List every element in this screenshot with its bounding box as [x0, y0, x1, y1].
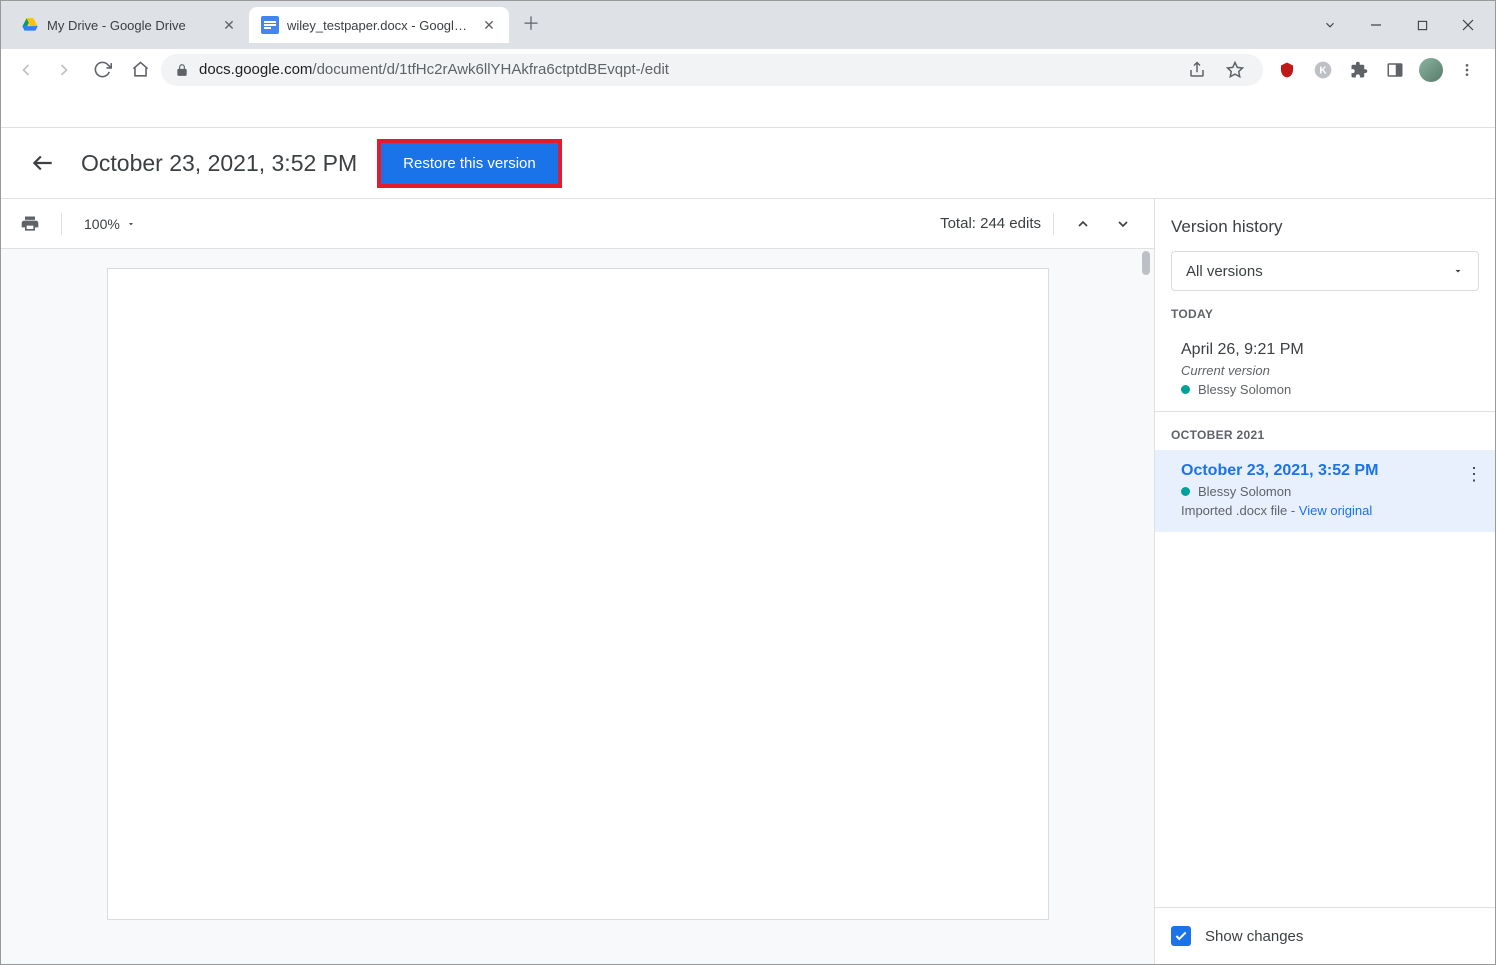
tab-title: My Drive - Google Drive: [47, 18, 213, 33]
extensions-icon[interactable]: [1345, 56, 1373, 84]
close-window-button[interactable]: [1445, 9, 1491, 41]
panel-header: Version history All versions: [1155, 199, 1495, 291]
panel-footer: Show changes: [1155, 907, 1495, 964]
scrollbar-thumb[interactable]: [1142, 251, 1150, 275]
version-time: April 26, 9:21 PM: [1181, 341, 1479, 359]
omnibox[interactable]: docs.google.com/document/d/1tfHc2rAwk6ll…: [161, 54, 1263, 86]
version-item-current[interactable]: April 26, 9:21 PM Current version Blessy…: [1155, 329, 1495, 411]
version-user: Blessy Solomon: [1181, 484, 1479, 499]
document-toolbar: 100% Total: 244 edits: [1, 199, 1154, 249]
version-user: Blessy Solomon: [1181, 382, 1479, 397]
more-options-icon[interactable]: ⋮: [1465, 464, 1483, 485]
maximize-button[interactable]: [1399, 9, 1445, 41]
version-item-selected[interactable]: ⋮ October 23, 2021, 3:52 PM Blessy Solom…: [1155, 450, 1495, 532]
mcafee-icon[interactable]: [1273, 56, 1301, 84]
close-icon[interactable]: ✕: [481, 17, 497, 33]
total-edits-label: Total: 244 edits: [940, 215, 1041, 232]
document-page: [108, 269, 1048, 919]
svg-text:K: K: [1319, 65, 1327, 76]
document-scroll-area[interactable]: [1, 249, 1154, 964]
user-color-dot: [1181, 487, 1190, 496]
lock-icon: [175, 63, 189, 77]
share-icon[interactable]: [1183, 56, 1211, 84]
user-name: Blessy Solomon: [1198, 382, 1291, 397]
dropdown-label: All versions: [1186, 263, 1263, 280]
side-panel-icon[interactable]: [1381, 56, 1409, 84]
browser-menu-icon[interactable]: [1453, 56, 1481, 84]
window-controls: [1307, 1, 1495, 49]
panel-title: Version history: [1171, 217, 1479, 237]
version-title: October 23, 2021, 3:52 PM: [81, 150, 357, 177]
extension-icons: K: [1267, 56, 1487, 84]
reload-button[interactable]: [85, 53, 119, 87]
chevron-down-icon: [126, 219, 136, 229]
zoom-value: 100%: [84, 216, 120, 232]
new-tab-button[interactable]: ＋: [517, 9, 545, 37]
close-icon[interactable]: ✕: [221, 17, 237, 33]
browser-tab-strip: My Drive - Google Drive ✕ wiley_testpape…: [1, 1, 1495, 49]
profile-avatar[interactable]: [1417, 56, 1445, 84]
spacer: [1, 91, 1495, 127]
view-original-link[interactable]: View original: [1299, 503, 1372, 518]
url-text: docs.google.com/document/d/1tfHc2rAwk6ll…: [199, 61, 1173, 78]
docs-icon: [261, 16, 279, 34]
version-header-bar: October 23, 2021, 3:52 PM Restore this v…: [1, 127, 1495, 199]
drive-icon: [21, 16, 39, 34]
section-october: OCTOBER 2021: [1155, 411, 1495, 450]
toolbar-right: Total: 244 edits: [940, 207, 1140, 241]
chevron-down-icon: [1452, 265, 1464, 277]
print-icon[interactable]: [15, 209, 45, 239]
back-arrow-button[interactable]: [25, 145, 61, 181]
document-pane: 100% Total: 244 edits: [1, 199, 1155, 964]
version-filter-dropdown[interactable]: All versions: [1171, 251, 1479, 291]
section-today: TODAY: [1155, 291, 1495, 329]
show-changes-checkbox[interactable]: [1171, 926, 1191, 946]
version-history-panel: Version history All versions TODAY April…: [1155, 199, 1495, 964]
show-changes-label: Show changes: [1205, 928, 1303, 945]
zoom-dropdown[interactable]: 100%: [78, 212, 142, 236]
separator: [61, 213, 62, 235]
user-name: Blessy Solomon: [1198, 484, 1291, 499]
version-note: Imported .docx file - View original: [1181, 503, 1479, 518]
tab-drive[interactable]: My Drive - Google Drive ✕: [9, 7, 249, 43]
back-button[interactable]: [9, 53, 43, 87]
user-color-dot: [1181, 385, 1190, 394]
tab-docs[interactable]: wiley_testpaper.docx - Google D ✕: [249, 7, 509, 43]
restore-version-button[interactable]: Restore this version: [381, 143, 558, 184]
forward-button[interactable]: [47, 53, 81, 87]
tab-title: wiley_testpaper.docx - Google D: [287, 18, 473, 33]
bookmark-icon[interactable]: [1221, 56, 1249, 84]
address-bar-row: docs.google.com/document/d/1tfHc2rAwk6ll…: [1, 49, 1495, 91]
minimize-button[interactable]: [1353, 9, 1399, 41]
restore-highlight: Restore this version: [377, 139, 562, 188]
version-subtitle: Current version: [1181, 363, 1479, 378]
extension-k-icon[interactable]: K: [1309, 56, 1337, 84]
tabs-container: My Drive - Google Drive ✕ wiley_testpape…: [1, 1, 545, 49]
main-split: 100% Total: 244 edits Version history Al…: [1, 199, 1495, 964]
home-button[interactable]: [123, 53, 157, 87]
prev-edit-button[interactable]: [1066, 207, 1100, 241]
version-time: October 23, 2021, 3:52 PM: [1181, 462, 1479, 480]
separator: [1053, 213, 1054, 235]
next-edit-button[interactable]: [1106, 207, 1140, 241]
chevron-down-icon[interactable]: [1307, 9, 1353, 41]
